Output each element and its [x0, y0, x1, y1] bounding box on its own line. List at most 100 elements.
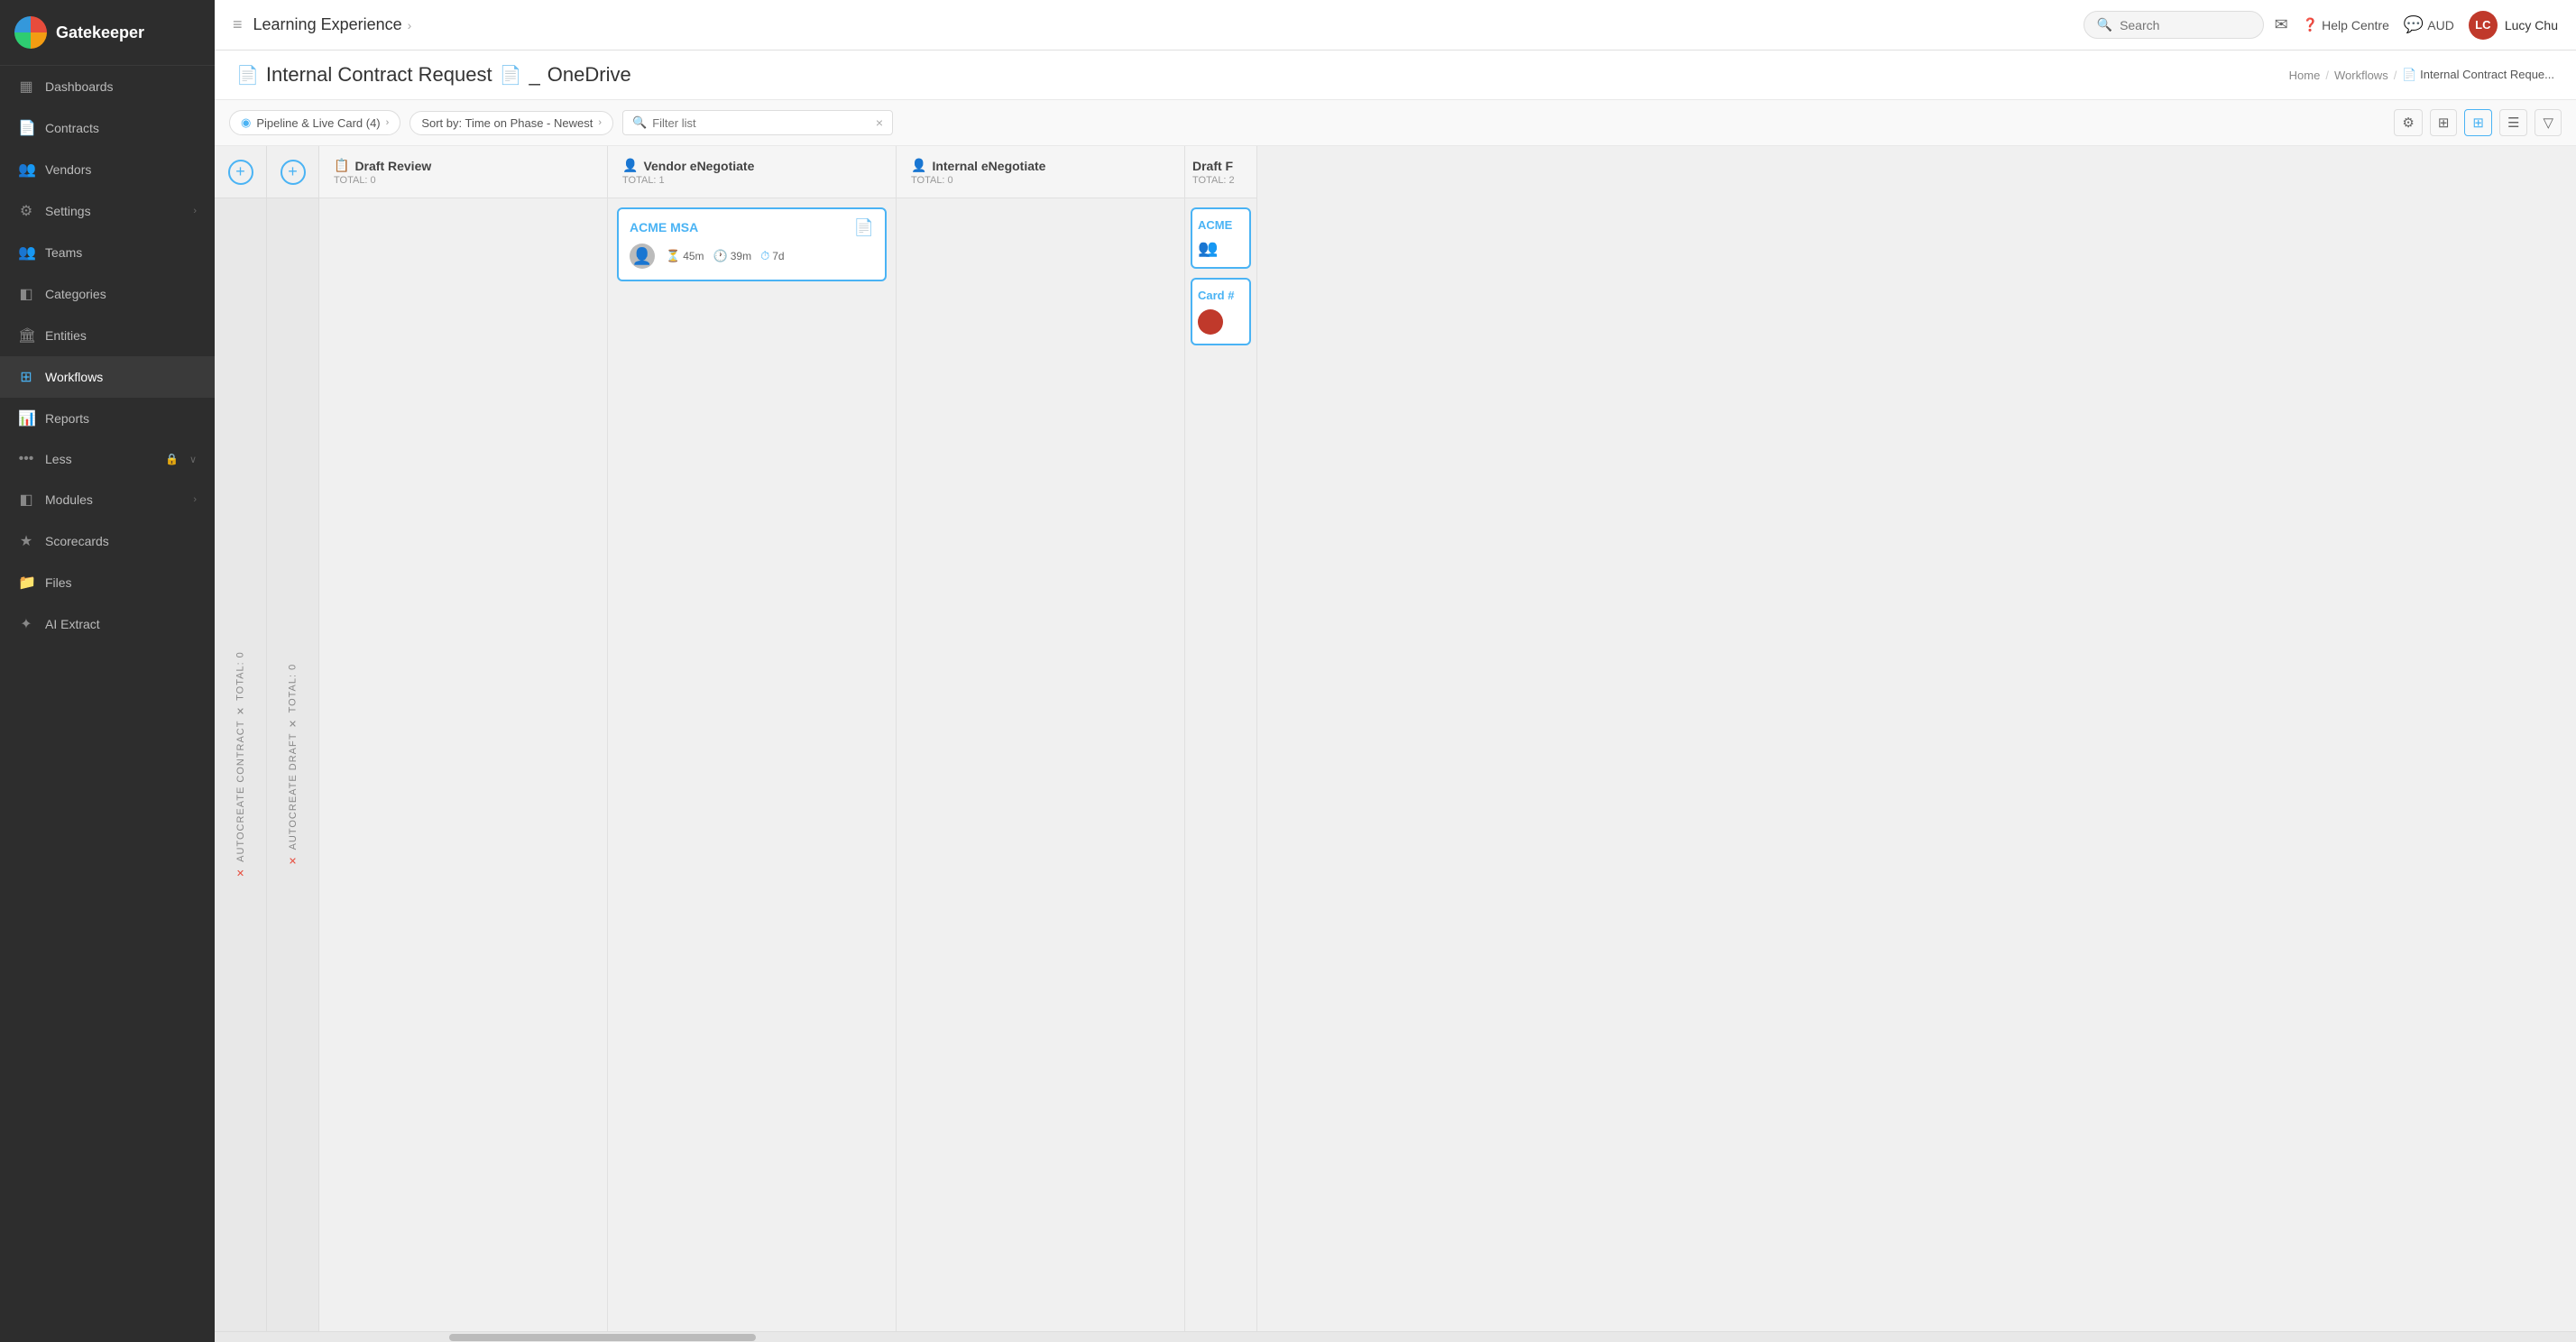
add-lane-2-button[interactable]: + — [281, 160, 306, 185]
lane-col-2-body: ✕ AUTOCREATE DRAFT ✕ TOTAL: 0 — [287, 198, 299, 1331]
search-input[interactable] — [2120, 18, 2237, 32]
settings-icon: ⚙ — [18, 202, 34, 220]
sidebar-item-label: Modules — [45, 492, 182, 507]
col-title-internal: 👤 Internal eNegotiate — [911, 158, 1045, 173]
filter-clear-button[interactable]: × — [876, 115, 883, 130]
main-content: ≡ Learning Experience › 🔍 ✉ ❓ Help Centr… — [215, 0, 2576, 1342]
sidebar-item-files[interactable]: 📁 Files — [0, 562, 215, 603]
lane-col-1: + ✕ AUTOCREATE CONTRACT ✕ TOTAL: 0 — [215, 146, 267, 1331]
help-button[interactable]: ❓ Help Centre — [2303, 17, 2389, 32]
username: Lucy Chu — [2505, 18, 2558, 32]
add-lane-1-button[interactable]: + — [228, 160, 253, 185]
entities-icon: 🏛 — [18, 326, 34, 345]
topbar-title-text: Learning Experience — [253, 15, 402, 34]
lane-1-label: ✕ AUTOCREATE CONTRACT ✕ TOTAL: 0 — [235, 651, 246, 878]
user-menu[interactable]: LC Lucy Chu — [2469, 11, 2558, 40]
breadcrumb-current: 📄 Internal Contract Reque... — [2402, 68, 2554, 82]
topbar: ≡ Learning Experience › 🔍 ✉ ❓ Help Centr… — [215, 0, 2576, 51]
sidebar-logo[interactable]: Gatekeeper — [0, 0, 215, 66]
lane-col-1-body: ✕ AUTOCREATE CONTRACT ✕ TOTAL: 0 — [235, 198, 246, 1331]
filter-input[interactable] — [652, 116, 870, 130]
col-body-vendor: 📄 ACME MSA 👤 ⏳ 45m 🕐 39m — [608, 198, 896, 1331]
sort-chevron: › — [598, 117, 602, 128]
currency-button[interactable]: 💬 AUD — [2404, 15, 2454, 34]
sidebar-item-less[interactable]: ••• Less 🔒 ∨ — [0, 439, 215, 479]
partial-card-acme[interactable]: ACME 👥 — [1191, 207, 1251, 269]
grid-view-button[interactable]: ⊞ — [2464, 109, 2492, 136]
sidebar-item-label: Files — [45, 575, 197, 590]
horizontal-scrollbar[interactable] — [215, 1331, 2576, 1342]
sidebar-item-modules[interactable]: ◧ Modules › — [0, 479, 215, 520]
list-view-button[interactable]: ☰ — [2499, 109, 2527, 136]
sidebar-item-workflows[interactable]: ⊞ Workflows — [0, 356, 215, 398]
chevron-right-icon: › — [193, 494, 197, 505]
partial-col-total: TOTAL: 2 — [1192, 175, 1235, 186]
chevron-down-icon: ∨ — [189, 454, 197, 465]
card-meta-time2: 🕐 39m — [713, 249, 752, 263]
partial-card-card[interactable]: Card # — [1191, 278, 1251, 345]
sidebar-item-label: Scorecards — [45, 534, 197, 548]
sidebar-item-reports[interactable]: 📊 Reports — [0, 398, 215, 439]
search-icon: 🔍 — [2097, 17, 2112, 32]
sidebar-item-label: Vendors — [45, 162, 197, 177]
filter-search-box[interactable]: 🔍 × — [622, 110, 893, 135]
contracts-icon: 📄 — [18, 119, 34, 137]
filter-search-icon: 🔍 — [632, 115, 647, 130]
breadcrumb-home[interactable]: Home — [2289, 69, 2321, 82]
sidebar-item-vendors[interactable]: 👥 Vendors — [0, 149, 215, 190]
partial-col-body: ACME 👥 Card # — [1185, 198, 1256, 354]
help-circle-icon: ❓ — [2303, 17, 2318, 32]
dashboard-icon: ▦ — [18, 78, 34, 96]
clock-icon: 🕐 — [713, 249, 728, 263]
scorecards-icon: ★ — [18, 532, 34, 550]
col-total-vendor: TOTAL: 1 — [622, 175, 665, 186]
sidebar-item-scorecards[interactable]: ★ Scorecards — [0, 520, 215, 562]
pipeline-label: Pipeline & Live Card (4) — [256, 116, 380, 130]
kanban-card-acme-msa[interactable]: 📄 ACME MSA 👤 ⏳ 45m 🕐 39m — [617, 207, 887, 281]
filter-view-button[interactable]: ▽ — [2535, 109, 2562, 136]
card-meta-time1: ⏳ 45m — [666, 249, 704, 263]
sort-filter[interactable]: Sort by: Time on Phase - Newest › — [409, 111, 613, 135]
page-title-text: Internal Contract Request — [266, 63, 492, 87]
vendor-icon: 👤 — [622, 158, 638, 173]
card-meta-val1: 45m — [683, 250, 704, 262]
sidebar-item-dashboards[interactable]: ▦ Dashboards — [0, 66, 215, 107]
sidebar: Gatekeeper ▦ Dashboards 📄 Contracts 👥 Ve… — [0, 0, 215, 1342]
card-meta-val3: 7d — [772, 250, 784, 262]
col-total-internal: TOTAL: 0 — [911, 175, 953, 186]
sidebar-item-ai-extract[interactable]: ✦ AI Extract — [0, 603, 215, 645]
kanban-column-vendor-enegotiate: 👤 Vendor eNegotiate TOTAL: 1 📄 ACME MSA … — [608, 146, 897, 1331]
card-meta-val2: 39m — [731, 250, 751, 262]
card-footer: 👤 ⏳ 45m 🕐 39m ⏱ — [630, 244, 874, 269]
workflows-icon: ⊞ — [18, 368, 34, 386]
topbar-actions: ✉ ❓ Help Centre 💬 AUD LC Lucy Chu — [2275, 11, 2558, 40]
page-title: 📄 Internal Contract Request 📄 _ OneDrive — [236, 63, 631, 87]
topbar-title-chevron: › — [408, 18, 412, 32]
search-box[interactable]: 🔍 — [2084, 11, 2264, 39]
sidebar-item-entities[interactable]: 🏛 Entities — [0, 315, 215, 356]
sidebar-item-label: Less — [45, 452, 154, 466]
hourglass-icon: ⏳ — [666, 249, 680, 263]
reports-icon: 📊 — [18, 409, 34, 427]
card-meta-time3: ⏱ 7d — [760, 249, 785, 263]
pipeline-filter[interactable]: ◉ Pipeline & Live Card (4) › — [229, 110, 400, 135]
menu-icon[interactable]: ≡ — [233, 15, 243, 34]
avatar: LC — [2469, 11, 2498, 40]
page-doc-icon2: 📄 — [500, 64, 522, 87]
less-icon: ••• — [18, 451, 34, 467]
sidebar-item-teams[interactable]: 👥 Teams — [0, 232, 215, 273]
settings-view-button[interactable]: ⚙ — [2394, 109, 2422, 136]
sidebar-item-settings[interactable]: ⚙ Settings › — [0, 190, 215, 232]
app-name: Gatekeeper — [56, 23, 144, 42]
columns-view-button[interactable]: ⊞ — [2430, 109, 2458, 136]
sidebar-item-categories[interactable]: ◧ Categories — [0, 273, 215, 315]
lane-1-x-icon: ✕ — [235, 866, 246, 878]
lane-2-label: ✕ AUTOCREATE DRAFT ✕ TOTAL: 0 — [287, 664, 299, 866]
breadcrumb-icon: 📄 — [2402, 68, 2416, 81]
sidebar-item-contracts[interactable]: 📄 Contracts — [0, 107, 215, 149]
breadcrumb-workflows[interactable]: Workflows — [2334, 69, 2388, 82]
sidebar-item-label: Categories — [45, 287, 197, 301]
mail-icon[interactable]: ✉ — [2275, 15, 2288, 34]
view-controls: ⚙ ⊞ ⊞ ☰ ▽ — [2394, 109, 2562, 136]
chat-icon: 💬 — [2404, 15, 2424, 34]
